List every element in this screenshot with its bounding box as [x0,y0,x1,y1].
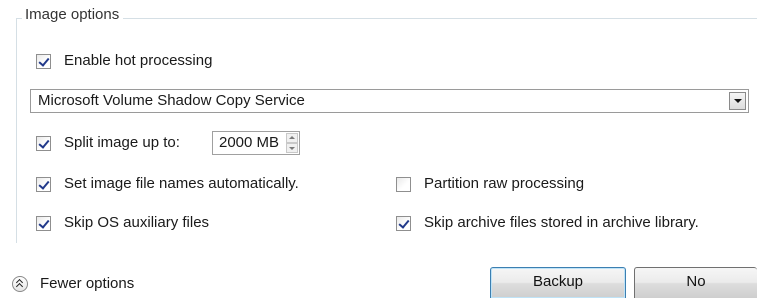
skip-archive-checkbox[interactable] [396,215,411,231]
double-chevron-up-icon[interactable] [12,276,28,292]
chevron-down-icon[interactable] [729,92,746,110]
hot-processing-option[interactable]: Enable hot processing [36,50,212,72]
hot-processing-checkbox[interactable] [36,53,51,69]
skip-os-label: Skip OS auxiliary files [64,214,210,231]
group-title: Image options [22,5,124,25]
backup-button[interactable]: Backup [490,267,626,298]
spin-up-button[interactable] [286,133,298,143]
auto-names-option[interactable]: Set image file names automatically. [36,173,299,195]
split-image-label: Split image up to: [64,134,180,151]
split-image-checkbox[interactable] [36,135,51,151]
skip-archive-option[interactable]: Skip archive files stored in archive lib… [396,212,699,234]
split-size-value: 2000 MB [219,134,280,151]
split-image-option[interactable]: Split image up to: [36,132,180,154]
spin-up-down-icon[interactable] [286,133,298,153]
auto-names-label: Set image file names automatically. [64,175,299,192]
skip-archive-label: Skip archive files stored in archive lib… [424,214,699,231]
partition-raw-checkbox[interactable] [396,176,411,192]
fewer-options-toggle[interactable]: Fewer options [12,273,134,295]
partition-raw-label: Partition raw processing [424,175,585,192]
fewer-options-label: Fewer options [40,275,135,292]
no-button[interactable]: No [634,267,757,298]
skip-os-checkbox[interactable] [36,215,51,231]
shadow-copy-select-value: Microsoft Volume Shadow Copy Service [38,92,305,109]
hot-processing-label: Enable hot processing [64,52,213,69]
spin-down-button[interactable] [286,143,298,153]
partition-raw-option[interactable]: Partition raw processing [396,173,584,195]
shadow-copy-select[interactable]: Microsoft Volume Shadow Copy Service [30,89,749,113]
auto-names-checkbox[interactable] [36,176,51,192]
split-size-spinner[interactable]: 2000 MB [212,131,300,155]
skip-os-option[interactable]: Skip OS auxiliary files [36,212,209,234]
